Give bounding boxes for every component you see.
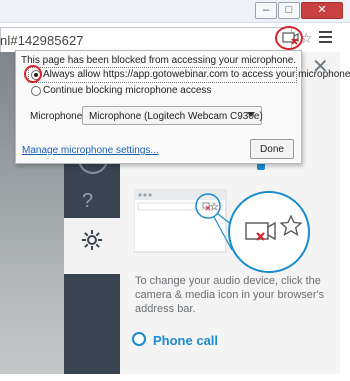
gear-icon[interactable]	[80, 228, 104, 252]
block-option-label[interactable]: Continue blocking microphone access	[43, 85, 211, 96]
browser-menu-icon[interactable]	[319, 31, 332, 43]
microphone-label: Microphone:	[30, 111, 86, 122]
annotation-circle-radio	[24, 65, 42, 83]
address-bar-url: nl#142985627	[0, 33, 84, 48]
audio-device-hint: To change your audio device, click the c…	[135, 275, 325, 315]
allow-option-label[interactable]: Always allow https://app.gotowebinar.com…	[43, 69, 350, 80]
phone-call-label[interactable]: Phone call	[153, 333, 218, 348]
close-window-button[interactable]: ✕	[301, 2, 343, 19]
minimize-button[interactable]: –	[255, 2, 277, 19]
phone-call-radio[interactable]	[132, 332, 146, 346]
bottom-edge	[0, 374, 350, 381]
help-icon[interactable]: ?	[82, 190, 93, 213]
annotation-circle-toolbar	[275, 26, 303, 50]
popup-title: This page has been blocked from accessin…	[21, 55, 297, 66]
block-radio[interactable]	[31, 86, 41, 96]
chevron-down-icon	[247, 112, 255, 117]
manage-microphone-settings-link[interactable]: Manage microphone settings...	[22, 145, 159, 156]
done-button[interactable]: Done	[250, 139, 294, 159]
maximize-button[interactable]: □	[278, 2, 300, 19]
microphone-select-value: Microphone (Logitech Webcam C930e)	[89, 111, 263, 122]
